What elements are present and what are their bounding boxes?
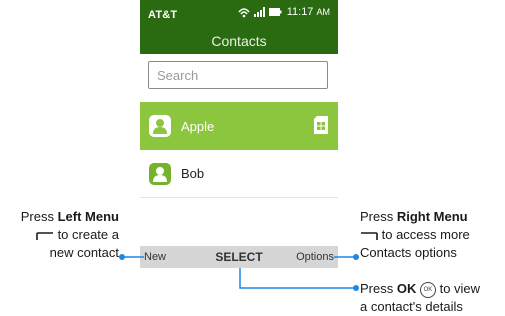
left-menu-key-icon [36, 231, 53, 240]
right-menu-key-icon [361, 231, 378, 240]
callout-right-menu: Press Right Menu to access more Contacts… [360, 209, 470, 260]
callout-left-menu: Press Left Menu to create a new contact [20, 209, 119, 260]
ok-key-icon: OK [419, 281, 436, 298]
callout-connectors [119, 254, 359, 291]
callout-ok-key: Press OK OK to view a contact's details [360, 281, 481, 314]
